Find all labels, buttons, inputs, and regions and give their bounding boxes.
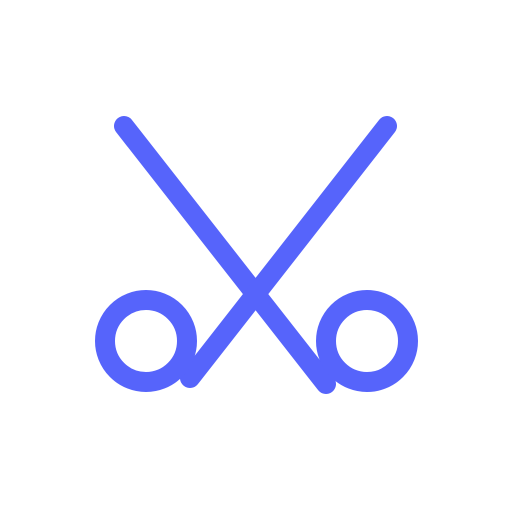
right-ring xyxy=(316,290,418,392)
icon-canvas xyxy=(0,0,512,512)
left-ring xyxy=(95,290,197,392)
scissors-graphic xyxy=(95,116,418,394)
scissors-icon xyxy=(0,0,512,512)
